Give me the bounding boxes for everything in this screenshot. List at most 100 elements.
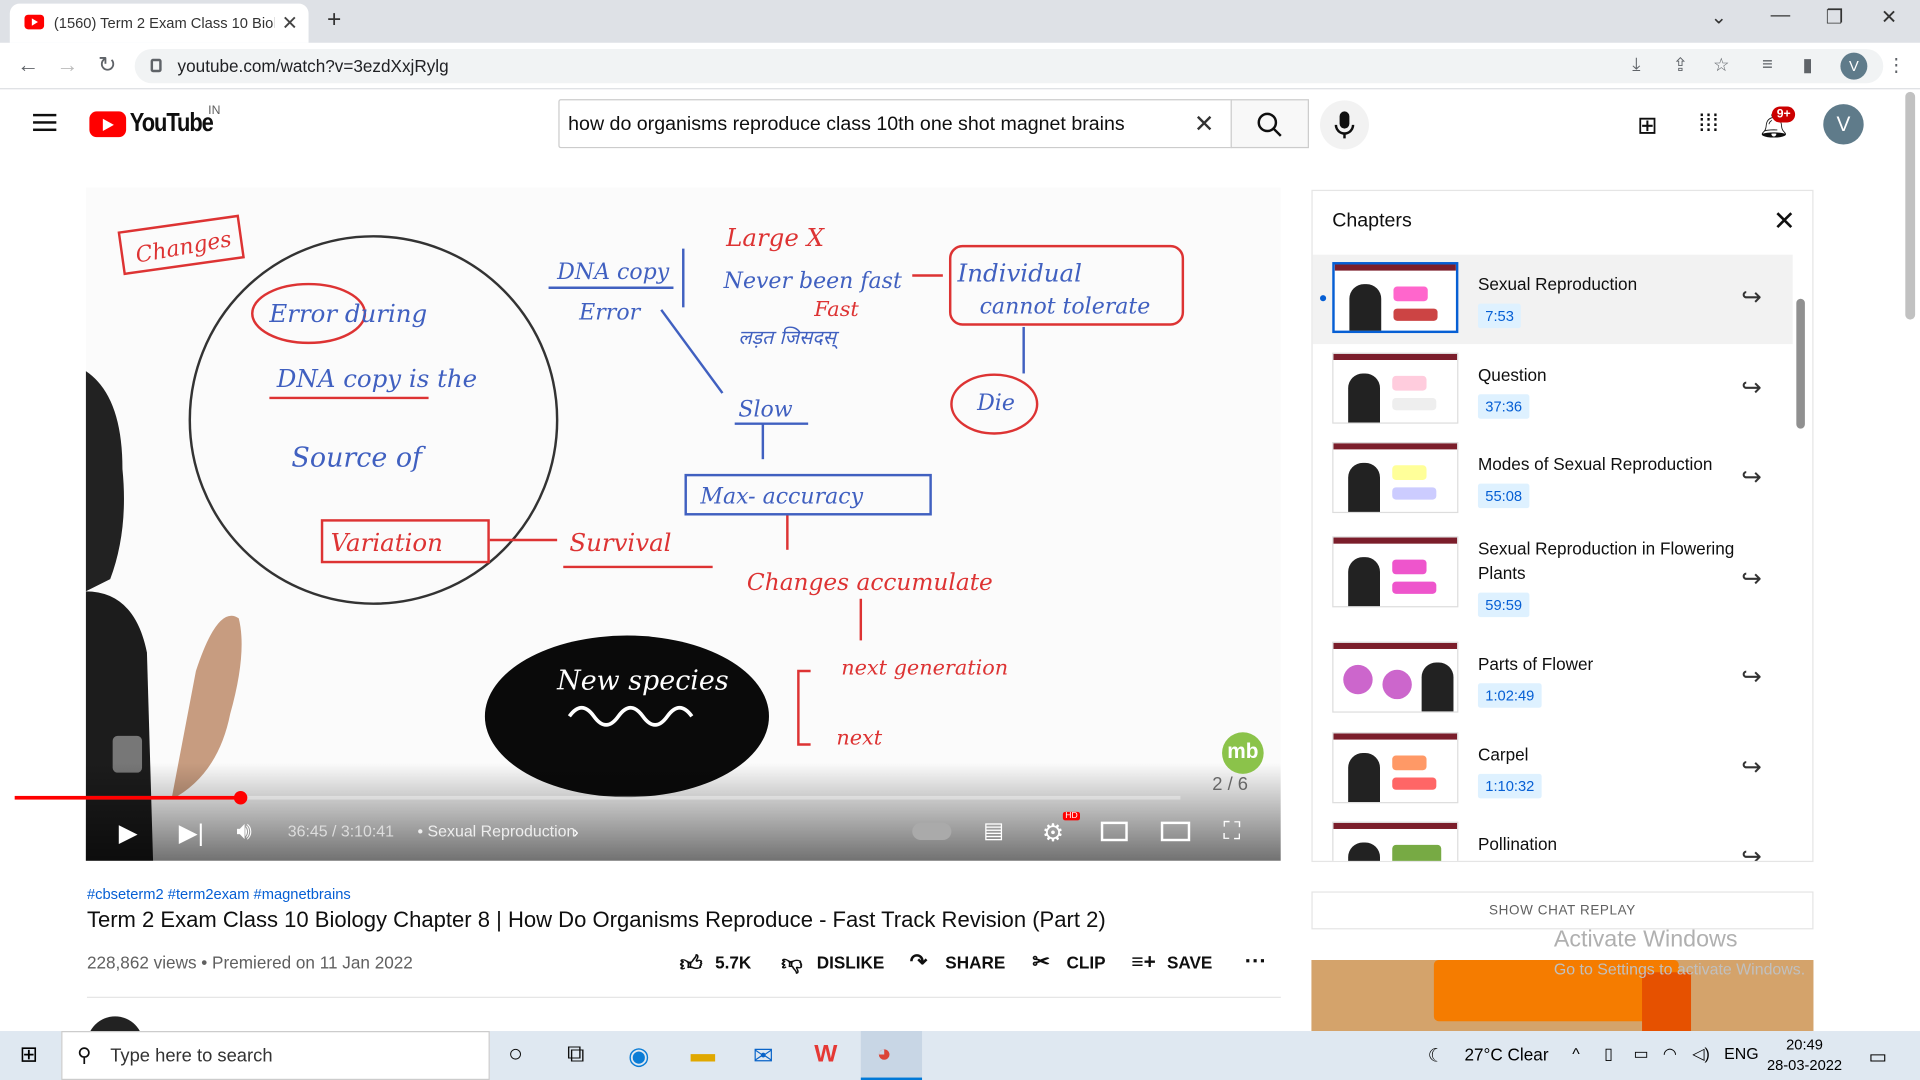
like-thumb-icon[interactable]: 👍︎ (680, 950, 703, 977)
reading-list-icon[interactable]: ≡ (1762, 54, 1773, 75)
language-indicator[interactable]: ENG (1724, 1044, 1758, 1062)
minimize-icon[interactable]: — (1771, 5, 1791, 27)
share-chapter-icon[interactable]: ↪ (1741, 661, 1762, 692)
miniplayer-icon[interactable] (1100, 821, 1128, 842)
chapter-timestamp[interactable]: 1:02:49 (1477, 683, 1542, 708)
page-scrollbar[interactable] (1905, 91, 1916, 320)
create-video-icon[interactable]: ⊞ (1637, 110, 1658, 141)
current-chapter-label[interactable]: • Sexual Reproduction (418, 822, 576, 840)
clip-button[interactable]: CLIP (1067, 953, 1106, 973)
share-chapter-icon[interactable]: ↪ (1741, 282, 1762, 313)
speaker-icon[interactable]: ◁) (1692, 1044, 1710, 1064)
reload-icon[interactable]: ↻ (98, 53, 116, 79)
weather-moon-icon[interactable]: ☾ (1428, 1044, 1444, 1067)
search-query[interactable]: how do organisms reproduce class 10th on… (568, 114, 1125, 136)
install-icon[interactable]: ⤓ (1632, 54, 1640, 75)
close-chapters-icon[interactable]: ✕ (1773, 206, 1796, 238)
channel-watermark[interactable]: mb (1222, 732, 1264, 774)
side-panel-icon[interactable]: ▮ (1802, 54, 1812, 76)
action-center-icon[interactable]: ▭ (1869, 1044, 1888, 1068)
clip-scissors-icon[interactable]: ✂ (1032, 950, 1049, 974)
close-window-icon[interactable]: ✕ (1881, 5, 1897, 29)
share-arrow-icon[interactable]: ↷ (910, 950, 927, 974)
browser-menu-icon[interactable]: ⋮ (1887, 54, 1905, 76)
chapter-item[interactable]: Carpel 1:10:32 ↪ (1313, 725, 1793, 814)
chapter-item[interactable]: Parts of Flower 1:02:49 ↪ (1313, 634, 1793, 723)
voice-search-button[interactable] (1320, 100, 1369, 150)
account-avatar[interactable]: V (1823, 104, 1864, 145)
maximize-icon[interactable]: ❐ (1826, 5, 1844, 29)
dislike-thumb-icon[interactable]: 👎︎ (781, 950, 802, 976)
chapter-item[interactable]: Pollination ↪ (1313, 814, 1793, 861)
show-chat-replay-button[interactable]: SHOW CHAT REPLAY (1311, 891, 1814, 930)
new-tab-icon[interactable]: + (327, 6, 341, 34)
dislike-button[interactable]: DISLIKE (817, 953, 885, 973)
chrome-icon[interactable]: ◕ (877, 1041, 892, 1069)
chapter-timestamp[interactable]: 1:10:32 (1477, 773, 1542, 799)
settings-gear-icon[interactable]: ⚙ (1042, 818, 1064, 849)
mail-icon[interactable]: ✉ (753, 1041, 774, 1072)
clear-search-icon[interactable]: ✕ (1194, 109, 1215, 140)
chapter-timestamp[interactable]: 59:59 (1477, 592, 1530, 618)
browser-tab[interactable]: (1560) Term 2 Exam Class 10 Biol ✕ (9, 3, 309, 43)
chapter-timestamp[interactable]: 7:53 (1477, 303, 1522, 329)
taskbar-search-box[interactable]: ⚲ Type here to search (61, 1031, 490, 1080)
chapter-timestamp[interactable]: 37:36 (1477, 394, 1530, 419)
play-icon[interactable]: ▶ (119, 818, 138, 849)
like-button[interactable]: 5.7K (715, 953, 751, 973)
save-playlist-icon[interactable]: ≡+ (1131, 950, 1155, 974)
chapter-timestamp[interactable]: 55:08 (1477, 483, 1530, 509)
tray-chevron-icon[interactable]: ^ (1572, 1044, 1579, 1062)
autoplay-toggle[interactable] (912, 822, 952, 841)
progress-scrubber-handle[interactable] (233, 791, 248, 805)
next-video-icon[interactable]: ▶| (179, 818, 204, 849)
search-button[interactable] (1230, 99, 1309, 149)
chapters-scrollbar[interactable] (1796, 298, 1805, 429)
edge-icon[interactable]: ◉ (628, 1041, 649, 1072)
wps-office-icon[interactable]: W (814, 1041, 837, 1069)
share-page-icon[interactable]: ⇪ (1673, 54, 1688, 76)
file-explorer-icon[interactable]: ▬ (691, 1041, 715, 1069)
video-player[interactable]: Changes Error during DNA copy is the Sou… (85, 187, 1281, 861)
tab-search-icon[interactable]: ⌄ (1711, 5, 1727, 29)
share-chapter-icon[interactable]: ↪ (1741, 563, 1762, 594)
share-chapter-icon[interactable]: ↪ (1741, 372, 1762, 403)
share-chapter-icon[interactable]: ↪ (1741, 752, 1762, 783)
cortana-icon[interactable]: ○ (508, 1041, 523, 1069)
taskbar-search-placeholder[interactable]: Type here to search (110, 1046, 272, 1067)
task-view-icon[interactable]: ⧉ (567, 1041, 584, 1069)
theater-mode-icon[interactable] (1160, 821, 1191, 842)
taskbar-clock[interactable]: 20:49 28-03-2022 (1767, 1035, 1842, 1077)
hamburger-menu-icon[interactable] (33, 113, 57, 132)
close-tab-icon[interactable]: ✕ (282, 11, 298, 35)
more-actions-icon[interactable]: ⋯ (1244, 948, 1266, 974)
subtitles-icon[interactable]: ▤ (983, 818, 1004, 844)
chapter-item[interactable]: Question 37:36 ↪ (1313, 345, 1793, 434)
meet-icon[interactable]: ▯ (1604, 1044, 1613, 1064)
region-code: IN (208, 104, 221, 118)
volume-icon[interactable]: 🔊︎ (236, 818, 251, 846)
youtube-logo-icon[interactable] (89, 111, 127, 138)
chapter-item[interactable]: Sexual Reproduction in Flowering Plants … (1313, 524, 1793, 634)
share-chapter-icon[interactable]: ↪ (1741, 462, 1762, 493)
share-button[interactable]: SHARE (945, 953, 1005, 973)
browser-profile-avatar[interactable]: V (1840, 52, 1868, 80)
video-hashtags[interactable]: #cbseterm2 #term2exam #magnetbrains (87, 885, 351, 902)
chapter-item[interactable]: Sexual Reproduction 7:53 ↪ (1312, 254, 1793, 345)
fullscreen-icon[interactable]: ⛶ (1223, 818, 1240, 846)
search-input[interactable]: how do organisms reproduce class 10th on… (558, 99, 1232, 149)
battery-icon[interactable]: ▭ (1633, 1044, 1648, 1064)
save-button[interactable]: SAVE (1167, 953, 1212, 973)
youtube-wordmark[interactable]: YouTube (130, 109, 214, 138)
back-icon[interactable]: ← (17, 53, 39, 79)
chapter-chevron-icon[interactable]: › (573, 822, 579, 842)
weather-text[interactable]: 27°C Clear (1464, 1044, 1548, 1064)
forward-icon[interactable]: → (56, 53, 78, 79)
wifi-icon[interactable]: ◠ (1663, 1044, 1677, 1064)
chapter-item[interactable]: Modes of Sexual Reproduction 55:08 ↪ (1313, 435, 1793, 524)
omnibox[interactable]: youtube.com/watch?v=3ezdXxjRylg (134, 48, 1884, 84)
bookmark-star-icon[interactable]: ☆ (1713, 54, 1729, 76)
windows-start-icon[interactable]: ⊞ (20, 1042, 38, 1068)
apps-grid-icon[interactable]: ⁞⁞⁞ (1698, 110, 1718, 138)
share-chapter-icon[interactable]: ↪ (1741, 841, 1762, 861)
